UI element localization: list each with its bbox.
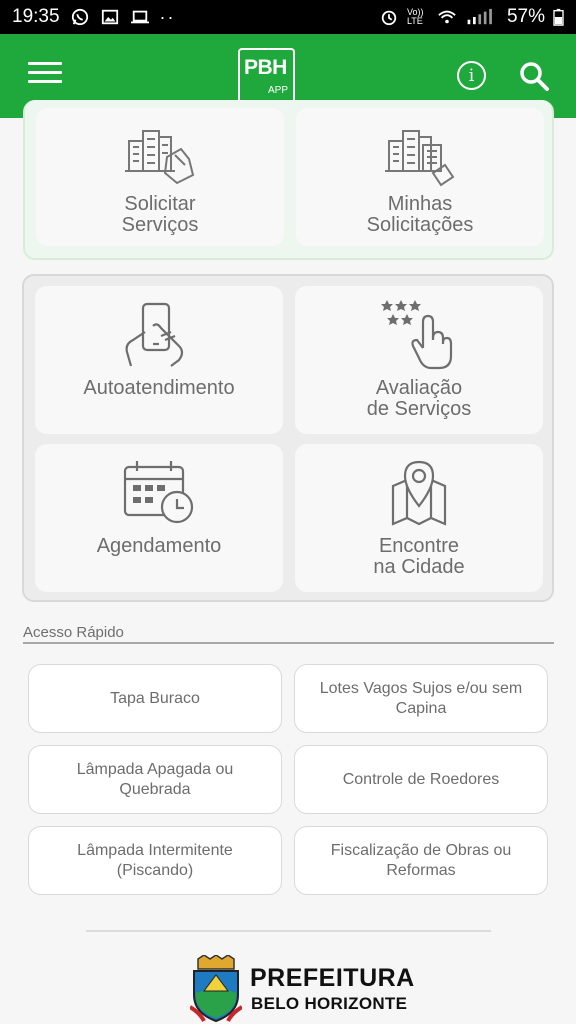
footer-divider [86, 930, 491, 932]
phone-touch-icon [125, 302, 184, 367]
status-time: 19:35 [12, 6, 60, 27]
signal-icon [467, 8, 492, 25]
search-icon[interactable] [518, 60, 550, 92]
alarm-icon [381, 10, 397, 26]
brand-line-2: BELO HORIZONTE [251, 994, 408, 1013]
stars-tap-icon [381, 300, 453, 370]
tools-group: Autoatendimento Avaliação de Serviços Ag… [22, 274, 554, 602]
quick-item-controle-roedores[interactable]: Controle de Roedores [294, 745, 548, 814]
laptop-icon [130, 10, 149, 24]
services-group: Solicitar Serviços Minhas Solicitações [23, 100, 554, 260]
whatsapp-icon [71, 8, 88, 26]
status-bar: 19:35 ·· Vo)) LTE 57% [0, 0, 576, 34]
tile-label: Autoatendimento [83, 377, 235, 399]
tile-label: Solicitar Serviços [121, 193, 199, 236]
calendar-clock-icon [123, 461, 194, 524]
divider [23, 642, 554, 644]
tile-minhas-solicitacoes[interactable]: Minhas Solicitações [296, 108, 544, 246]
tile-label: Minhas Solicitações [366, 193, 474, 236]
battery-icon [553, 8, 564, 26]
tile-solicitar-servicos[interactable]: Solicitar Serviços [36, 108, 284, 246]
quick-item-fiscalizacao-obras[interactable]: Fiscalização de Obras ou Reformas [294, 826, 548, 895]
battery-percent: 57% [506, 6, 545, 27]
tile-avaliacao-servicos[interactable]: Avaliação de Serviços [295, 286, 543, 434]
brand-line-1: PREFEITURA [250, 964, 415, 992]
prefeitura-crest-icon [190, 955, 242, 1023]
tile-label: Avaliação de Serviços [366, 377, 472, 420]
tile-encontre-na-cidade[interactable]: Encontre na Cidade [295, 444, 543, 592]
volte-icon: Vo)) LTE [406, 7, 424, 26]
tile-autoatendimento[interactable]: Autoatendimento [35, 286, 283, 434]
map-pin-icon [391, 460, 447, 526]
quick-item-tapa-buraco[interactable]: Tapa Buraco [28, 664, 282, 733]
wifi-icon [438, 10, 456, 24]
quick-item-lampada-apagada[interactable]: Lâmpada Apagada ou Quebrada [28, 745, 282, 814]
pbh-app-logo: PBH APP [238, 48, 295, 104]
tile-agendamento[interactable]: Agendamento [35, 444, 283, 592]
tile-label: Agendamento [96, 535, 222, 557]
buildings-list-icon [385, 130, 455, 187]
quick-access-title: Acesso Rápido [23, 624, 124, 641]
info-icon[interactable]: i [457, 61, 486, 90]
buildings-hand-icon [125, 130, 195, 185]
image-icon [101, 9, 118, 25]
quick-item-lotes-vagos[interactable]: Lotes Vagos Sujos e/ou sem Capina [294, 664, 548, 733]
tile-label: Encontre na Cidade [373, 535, 465, 578]
menu-icon[interactable] [28, 62, 62, 90]
more-dots-icon: ·· [159, 6, 176, 27]
quick-item-lampada-intermitente[interactable]: Lâmpada Intermitente (Piscando) [28, 826, 282, 895]
